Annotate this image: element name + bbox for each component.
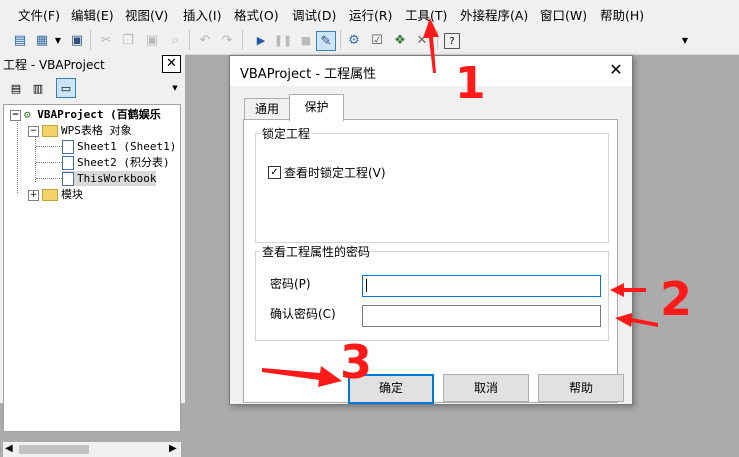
horizontal-scrollbar[interactable]: ◀ ▶ — [3, 442, 181, 457]
tree-node-modules[interactable]: + 模块 — [28, 187, 83, 202]
dropdown-arrow-icon[interactable]: ▼ — [165, 78, 185, 98]
overflow-arrow-icon[interactable]: ▼ — [680, 31, 690, 49]
cut-icon[interactable]: ✂ — [97, 31, 115, 49]
password-field[interactable] — [362, 275, 601, 297]
standard-toolbar: ▤ ▦ ▼ ▣ ✂ ❐ ▣ ⌕ ↶ ↷ ▶ ❚❚ ■ ✎ ⚙ ☑ ❖ ✕ ? ▼ — [0, 26, 739, 55]
annotation-number-1: 1 — [455, 58, 486, 109]
tree-node-label: ThisWorkbook — [77, 172, 157, 185]
tree-node-wps-objects[interactable]: − WPS表格 对象 — [28, 123, 132, 138]
stop-icon[interactable]: ■ — [297, 31, 315, 49]
tree-node-label: Sheet1 (Sheet1) — [77, 140, 177, 153]
toolbar-separator — [189, 30, 190, 50]
folder-open-icon — [42, 125, 58, 137]
tree-node-label: VBAProject (百鹤娱乐 — [37, 108, 161, 121]
view-object-icon[interactable]: ▥ — [28, 78, 48, 98]
tree-node-sheet1[interactable]: Sheet1 (Sheet1) — [62, 139, 176, 154]
project-explorer-titlebar: 工程 - VBAProject ✕ — [0, 54, 185, 74]
tree-node-label: WPS表格 对象 — [61, 124, 132, 137]
toolbox-icon[interactable]: ✕ — [413, 31, 431, 49]
dialog-title: VBAProject - 工程属性 — [240, 67, 377, 82]
toolbar-separator — [90, 30, 91, 50]
vba-project-icon: ⚙ — [24, 108, 31, 121]
collapse-icon[interactable]: − — [10, 109, 21, 121]
tree-node-label: Sheet2 (积分表) — [77, 156, 170, 169]
collapse-icon[interactable]: − — [28, 125, 39, 137]
paste-icon[interactable]: ▣ — [143, 31, 161, 49]
properties-icon[interactable]: ☑ — [368, 31, 386, 49]
tree-node-label: 模块 — [61, 188, 83, 201]
lock-project-checkbox[interactable]: ✓ — [268, 166, 281, 179]
menu-file[interactable]: 文件(F) — [18, 5, 60, 24]
annotation-number-2: 2 — [660, 272, 693, 326]
menu-tools[interactable]: 工具(T) — [405, 5, 447, 24]
confirm-password-label: 确认密码(C) — [270, 307, 336, 321]
project-explorer-toolbar: ▤ ▥ ▭ ▼ — [0, 76, 185, 100]
help-button[interactable]: 帮助 — [538, 374, 624, 402]
password-label: 密码(P) — [270, 277, 311, 291]
toggle-folders-icon[interactable]: ▭ — [56, 78, 76, 98]
scroll-right-icon[interactable]: ▶ — [169, 443, 177, 454]
password-group-label: 查看工程属性的密码 — [260, 243, 373, 260]
project-explorer-panel: 工程 - VBAProject ✕ ▤ ▥ ▭ ▼ − ⚙ VBAProject … — [0, 54, 185, 457]
sheet-icon — [62, 140, 74, 154]
menu-format[interactable]: 格式(O) — [234, 5, 279, 24]
menu-insert[interactable]: 插入(I) — [183, 5, 221, 24]
project-explorer-title: 工程 - VBAProject — [3, 58, 105, 72]
copy-icon[interactable]: ❐ — [119, 31, 137, 49]
tab-general[interactable]: 通用 — [244, 98, 290, 119]
tree-node-sheet2[interactable]: Sheet2 (积分表) — [62, 155, 170, 170]
toolbar-separator — [340, 30, 341, 50]
lock-project-group-label: 锁定工程 — [260, 125, 313, 142]
redo-icon[interactable]: ↷ — [218, 31, 236, 49]
menu-edit[interactable]: 编辑(E) — [71, 5, 114, 24]
vba-doc-icon[interactable]: ▤ — [11, 31, 29, 49]
dialog-titlebar: VBAProject - 工程属性 ✕ — [230, 56, 632, 86]
insert-module-icon[interactable]: ▦ — [33, 31, 51, 49]
menu-debug[interactable]: 调试(D) — [292, 5, 336, 24]
tab-protection[interactable]: 保护 — [289, 94, 344, 121]
pause-icon[interactable]: ❚❚ — [274, 31, 292, 49]
expand-icon[interactable]: + — [28, 189, 39, 201]
lock-project-checkbox-label[interactable]: 查看时锁定工程(V) — [284, 164, 386, 181]
help-icon[interactable]: ? — [444, 33, 460, 49]
scroll-left-icon[interactable]: ◀ — [5, 443, 13, 454]
menu-view[interactable]: 视图(V) — [125, 5, 168, 24]
close-icon[interactable]: ✕ — [606, 60, 626, 80]
toolbar-separator — [437, 30, 438, 50]
project-properties-dialog: VBAProject - 工程属性 ✕ 通用 保护 锁定工程 ✓ 查看时锁定工程… — [229, 55, 633, 405]
menu-addins[interactable]: 外接程序(A) — [460, 5, 528, 24]
folder-icon — [42, 189, 58, 201]
menu-help[interactable]: 帮助(H) — [600, 5, 644, 24]
close-icon[interactable]: ✕ — [162, 55, 181, 73]
dropdown-arrow-icon[interactable]: ▼ — [53, 31, 63, 49]
annotation-number-3: 3 — [340, 335, 373, 389]
project-tree: − ⚙ VBAProject (百鹤娱乐 − WPS表格 对象 Sheet1 (Sh… — [3, 104, 181, 432]
text-caret — [366, 279, 367, 292]
undo-icon[interactable]: ↶ — [196, 31, 214, 49]
protection-tab-panel: 锁定工程 ✓ 查看时锁定工程(V) 查看工程属性的密码 密码(P) 确认密码(C… — [243, 119, 618, 403]
lock-project-group — [255, 133, 609, 243]
workbook-icon — [62, 172, 74, 186]
menu-run[interactable]: 运行(R) — [349, 5, 392, 24]
find-icon[interactable]: ⌕ — [166, 31, 184, 49]
object-browser-icon[interactable]: ❖ — [391, 31, 409, 49]
toolbar-separator — [242, 30, 243, 50]
scrollbar-thumb[interactable] — [19, 445, 89, 454]
run-icon[interactable]: ▶ — [252, 31, 270, 49]
tree-node-thisworkbook[interactable]: ThisWorkbook — [62, 171, 157, 186]
menu-bar: 文件(F) 编辑(E) 视图(V) 插入(I) 格式(O) 调试(D) 运行(R… — [0, 0, 739, 26]
cancel-button[interactable]: 取消 — [443, 374, 529, 402]
tree-node-vbaproject[interactable]: − ⚙ VBAProject (百鹤娱乐 — [10, 107, 161, 122]
sheet-icon — [62, 156, 74, 170]
design-mode-icon[interactable]: ✎ — [316, 31, 336, 51]
menu-window[interactable]: 窗口(W) — [540, 5, 587, 24]
project-explorer-icon[interactable]: ⚙ — [345, 31, 363, 49]
confirm-password-field[interactable] — [362, 305, 601, 327]
view-code-icon[interactable]: ▤ — [6, 78, 26, 98]
save-icon[interactable]: ▣ — [68, 31, 86, 49]
